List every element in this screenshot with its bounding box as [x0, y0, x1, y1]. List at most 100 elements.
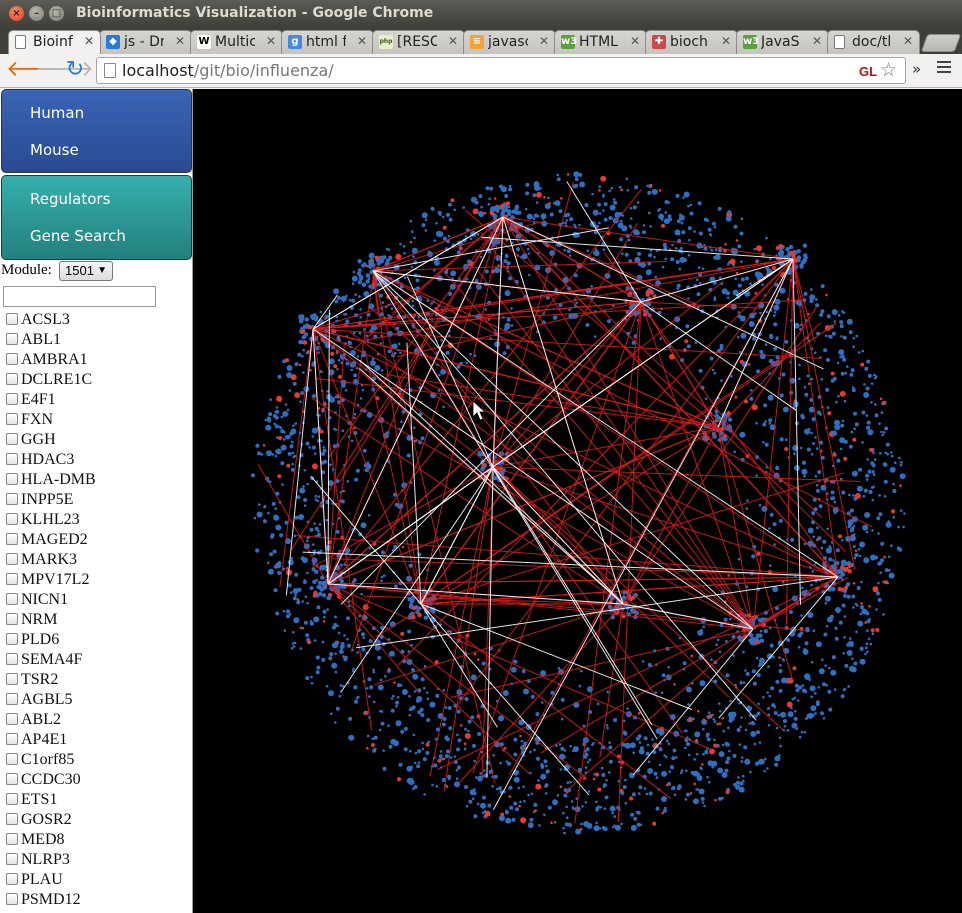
- network-node: [775, 466, 780, 471]
- back-button[interactable]: 🡐: [6, 59, 65, 83]
- gene-checkbox[interactable]: [6, 793, 18, 805]
- nav-regulators[interactable]: Regulators: [30, 190, 110, 208]
- gene-checkbox[interactable]: [6, 893, 18, 905]
- gene-checkbox[interactable]: [6, 513, 18, 525]
- gene-checkbox[interactable]: [6, 853, 18, 865]
- network-node: [477, 658, 480, 661]
- network-node: [809, 685, 816, 692]
- tab-6[interactable]: w3 HTML ✕: [554, 30, 647, 54]
- module-select[interactable]: 1501 ▼: [59, 261, 113, 281]
- gene-checkbox[interactable]: [6, 313, 18, 325]
- tab-close-icon[interactable]: ✕: [448, 34, 458, 48]
- network-node: [659, 733, 663, 736]
- url-text[interactable]: localhost/git/bio/influenza/: [122, 61, 334, 80]
- gene-checkbox[interactable]: [6, 813, 18, 825]
- network-node: [598, 185, 602, 188]
- tab-0[interactable]: Bioinf ✕: [8, 30, 101, 54]
- gene-checkbox[interactable]: [6, 773, 18, 785]
- maximize-window-button[interactable]: □: [49, 6, 64, 21]
- network-node: [806, 447, 811, 452]
- network-node: [836, 458, 841, 463]
- gene-checkbox[interactable]: [6, 453, 18, 465]
- tab-1[interactable]: ◆ js - Dr ✕: [99, 30, 192, 54]
- bookmark-star-icon[interactable]: ☆: [880, 59, 897, 81]
- network-node: [649, 183, 653, 187]
- network-node: [873, 458, 877, 461]
- tab-close-icon[interactable]: ✕: [721, 34, 731, 48]
- tab-close-icon[interactable]: ✕: [630, 34, 640, 48]
- gene-checkbox[interactable]: [6, 353, 18, 365]
- nav-mouse[interactable]: Mouse: [30, 141, 79, 159]
- gene-checkbox[interactable]: [6, 653, 18, 665]
- nav-gene-search[interactable]: Gene Search: [30, 227, 126, 245]
- reload-button[interactable]: ↻: [63, 59, 87, 83]
- new-tab-button[interactable]: [920, 34, 962, 52]
- network-node: [867, 637, 871, 641]
- network-node: [502, 690, 509, 697]
- network-node: [718, 650, 722, 654]
- gene-checkbox[interactable]: [6, 473, 18, 485]
- gene-checkbox[interactable]: [6, 613, 18, 625]
- tab-close-icon[interactable]: ✕: [266, 34, 276, 48]
- network-node: [608, 189, 611, 193]
- network-node: [463, 742, 467, 745]
- gene-checkbox[interactable]: [6, 873, 18, 885]
- forward-button[interactable]: 🡒: [35, 59, 94, 83]
- gene-checkbox[interactable]: [6, 633, 18, 645]
- gene-checkbox[interactable]: [6, 753, 18, 765]
- network-node: [464, 697, 469, 701]
- network-node: [629, 742, 636, 749]
- chrome-menu-icon[interactable]: [937, 61, 951, 76]
- minimize-window-button[interactable]: –: [29, 6, 44, 21]
- gene-checkbox[interactable]: [6, 373, 18, 385]
- gene-checkbox[interactable]: [6, 533, 18, 545]
- network-node: [812, 535, 816, 539]
- network-node: [511, 209, 516, 214]
- close-window-button[interactable]: ×: [9, 6, 24, 21]
- gene-checkbox[interactable]: [6, 493, 18, 505]
- gene-checkbox[interactable]: [6, 593, 18, 605]
- network-visualization[interactable]: [193, 89, 962, 913]
- extensions-overflow-button[interactable]: »: [912, 60, 921, 78]
- network-node: [499, 815, 505, 822]
- gene-checkbox[interactable]: [6, 393, 18, 405]
- gene-checkbox[interactable]: [6, 413, 18, 425]
- network-node: [585, 322, 590, 327]
- gene-checkbox[interactable]: [6, 693, 18, 705]
- tab-close-icon[interactable]: ✕: [175, 34, 185, 48]
- tab-5[interactable]: ≡ javasc ✕: [463, 30, 556, 54]
- address-bar[interactable]: localhost/git/bio/influenza/ GL ☆: [96, 57, 906, 84]
- tab-9[interactable]: doc/tl ✕: [827, 30, 920, 54]
- tab-close-icon[interactable]: ✕: [84, 34, 94, 48]
- gene-search-input[interactable]: [3, 286, 156, 307]
- gene-checkbox[interactable]: [6, 673, 18, 685]
- gene-checkbox[interactable]: [6, 553, 18, 565]
- network-graph[interactable]: [193, 89, 962, 913]
- gene-checkbox[interactable]: [6, 333, 18, 345]
- network-node: [810, 583, 813, 587]
- tab-close-icon[interactable]: ✕: [812, 34, 822, 48]
- tab-2[interactable]: W Multic ✕: [190, 30, 283, 54]
- gene-checkbox[interactable]: [6, 573, 18, 585]
- tab-close-icon[interactable]: ✕: [539, 34, 549, 48]
- gene-checkbox[interactable]: [6, 713, 18, 725]
- network-node: [387, 667, 391, 671]
- network-node: [505, 760, 509, 763]
- gene-checkbox[interactable]: [6, 833, 18, 845]
- tab-4[interactable]: php [RESC ✕: [372, 30, 465, 54]
- tab-8[interactable]: w3 JavaS ✕: [736, 30, 829, 54]
- nav-human[interactable]: Human: [30, 104, 84, 122]
- gl-extension-icon[interactable]: GL: [859, 64, 877, 79]
- network-node: [282, 609, 286, 613]
- tab-7[interactable]: ✚ bioch ✕: [645, 30, 738, 54]
- network-node: [496, 205, 501, 211]
- network-node: [758, 272, 761, 276]
- network-node: [312, 579, 317, 585]
- gene-checkbox[interactable]: [6, 733, 18, 745]
- tab-close-icon[interactable]: ✕: [903, 34, 913, 48]
- tab-3[interactable]: g html f ✕: [281, 30, 374, 54]
- tab-close-icon[interactable]: ✕: [357, 34, 367, 48]
- gene-checkbox[interactable]: [6, 433, 18, 445]
- network-node: [688, 238, 691, 242]
- network-node: [822, 682, 826, 687]
